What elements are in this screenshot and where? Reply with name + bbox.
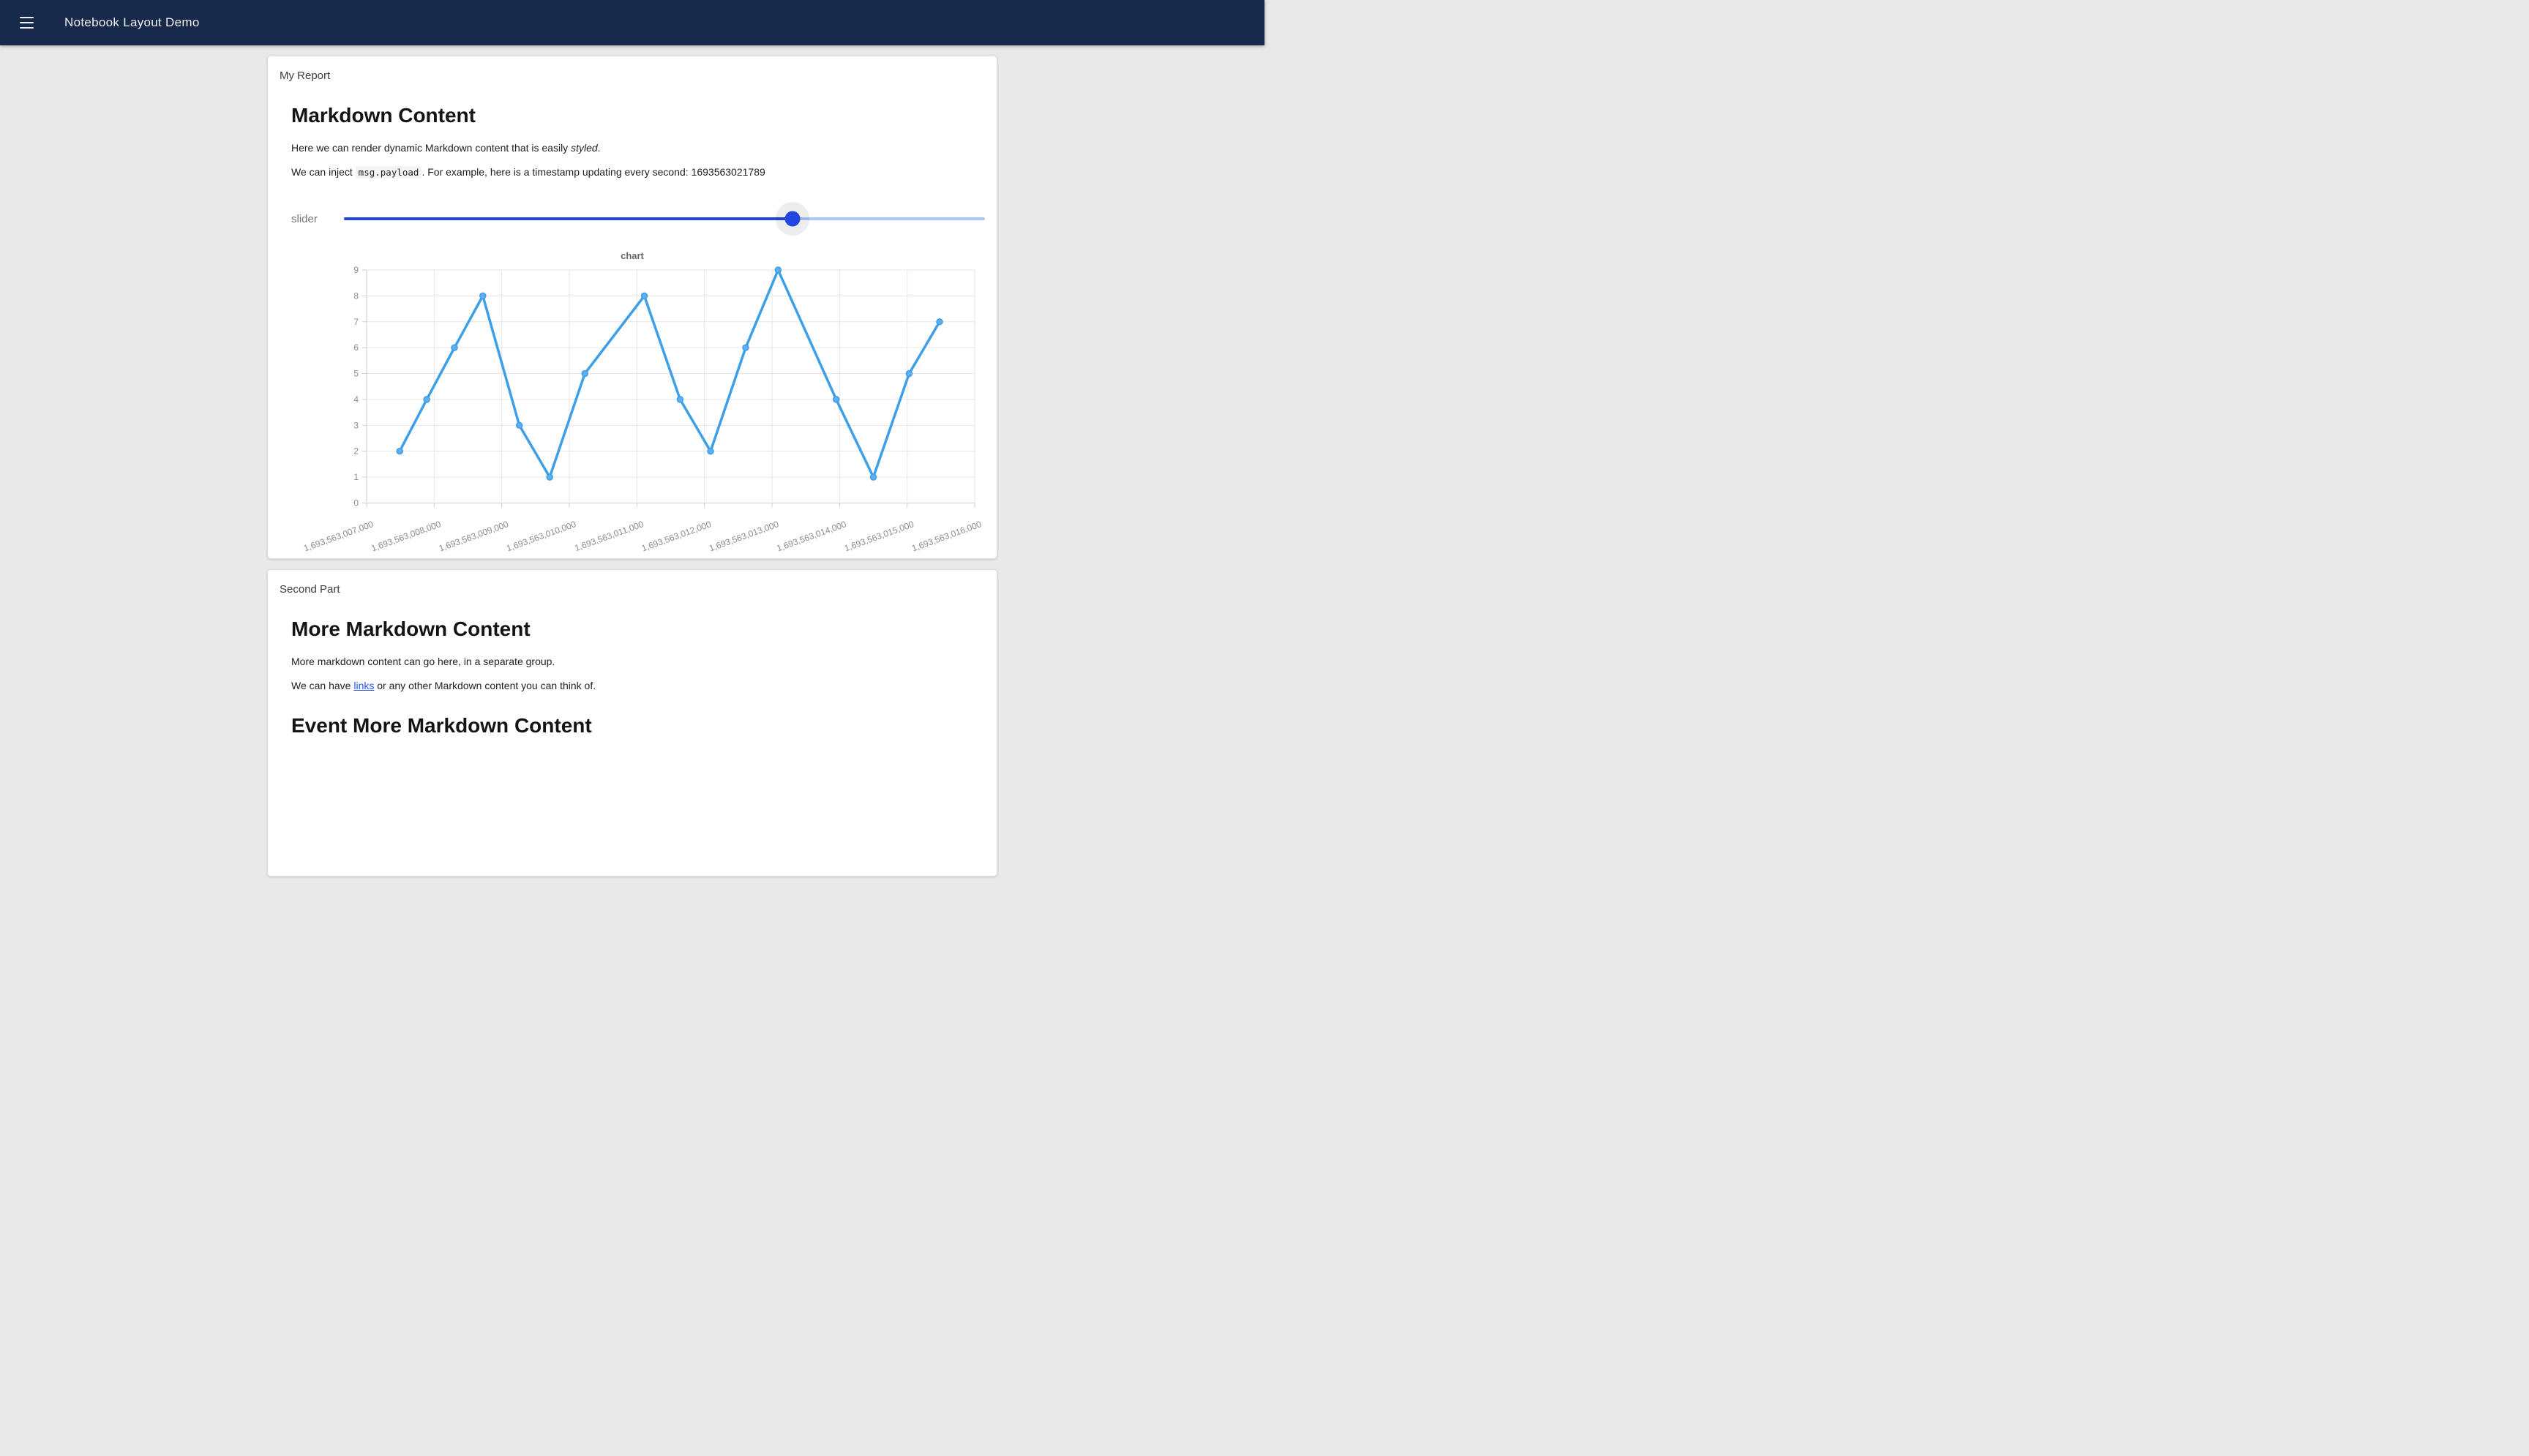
svg-text:1,693,563,016,000: 1,693,563,016,000 (910, 519, 983, 554)
svg-text:1,693,563,013,000: 1,693,563,013,000 (708, 519, 780, 554)
markdown-paragraph-2: We can inject msg.payload. For example, … (291, 165, 973, 180)
slider-label: slider (291, 213, 344, 225)
svg-text:1,693,563,015,000: 1,693,563,015,000 (843, 519, 915, 554)
group-title-second-part: Second Part (280, 582, 985, 597)
chart-title: chart (280, 249, 985, 263)
markdown-paragraph-4: We can have links or any other Markdown … (291, 678, 973, 694)
markdown-paragraph-1: Here we can render dynamic Markdown cont… (291, 140, 973, 156)
svg-text:8: 8 (353, 290, 359, 301)
svg-text:9: 9 (353, 265, 359, 275)
svg-text:7: 7 (353, 317, 359, 327)
svg-text:1,693,563,010,000: 1,693,563,010,000 (505, 519, 577, 554)
second-part-card: Second Part More Markdown Content More m… (267, 569, 997, 877)
links-link[interactable]: links (353, 680, 374, 691)
slider-widget: slider (291, 203, 985, 235)
timestamp-value: 1693563021789 (692, 166, 765, 178)
svg-text:1: 1 (353, 472, 359, 482)
markdown-widget-2: More Markdown Content More markdown cont… (280, 617, 985, 738)
svg-text:0: 0 (353, 498, 359, 509)
hamburger-menu-icon (20, 17, 34, 29)
svg-text:6: 6 (353, 342, 359, 353)
styled-em: styled (571, 142, 598, 154)
app-header: Notebook Layout Demo (0, 0, 1264, 45)
svg-text:1,693,563,007,000: 1,693,563,007,000 (302, 519, 375, 554)
svg-text:4: 4 (353, 394, 359, 405)
line-chart: 0 1 2 3 4 5 6 7 8 9 1,693,563,007,0001,693,563,008… (280, 264, 986, 555)
slider-control[interactable] (344, 203, 985, 235)
dashboard-main: My Report Markdown Content Here we can r… (0, 56, 1264, 877)
svg-text:1,693,563,011,000: 1,693,563,011,000 (573, 519, 645, 553)
msg-payload-code: msg.payload (356, 166, 422, 179)
page-title: Notebook Layout Demo (64, 15, 200, 30)
menu-button[interactable] (18, 12, 35, 34)
chart-widget: chart 01234567891,693,563,007,0001,693,5… (280, 249, 985, 555)
slider-thumb[interactable] (785, 211, 801, 227)
slider-track-filled[interactable] (344, 217, 793, 220)
svg-text:1,693,563,014,000: 1,693,563,014,000 (775, 519, 847, 554)
svg-text:3: 3 (353, 420, 359, 430)
svg-text:1,693,563,009,000: 1,693,563,009,000 (438, 519, 510, 554)
markdown-heading: Markdown Content (291, 103, 973, 128)
svg-text:1,693,563,012,000: 1,693,563,012,000 (640, 519, 713, 554)
group-title-my-report: My Report (280, 68, 985, 83)
svg-text:1,693,563,008,000: 1,693,563,008,000 (370, 519, 442, 554)
more-markdown-heading: More Markdown Content (291, 617, 973, 642)
report-card: My Report Markdown Content Here we can r… (267, 56, 997, 559)
markdown-widget: Markdown Content Here we can render dyna… (280, 103, 985, 180)
svg-text:2: 2 (353, 446, 359, 457)
markdown-paragraph-3: More markdown content can go here, in a … (291, 654, 973, 669)
even-more-markdown-heading: Event More Markdown Content (291, 713, 973, 738)
svg-text:5: 5 (353, 369, 359, 379)
